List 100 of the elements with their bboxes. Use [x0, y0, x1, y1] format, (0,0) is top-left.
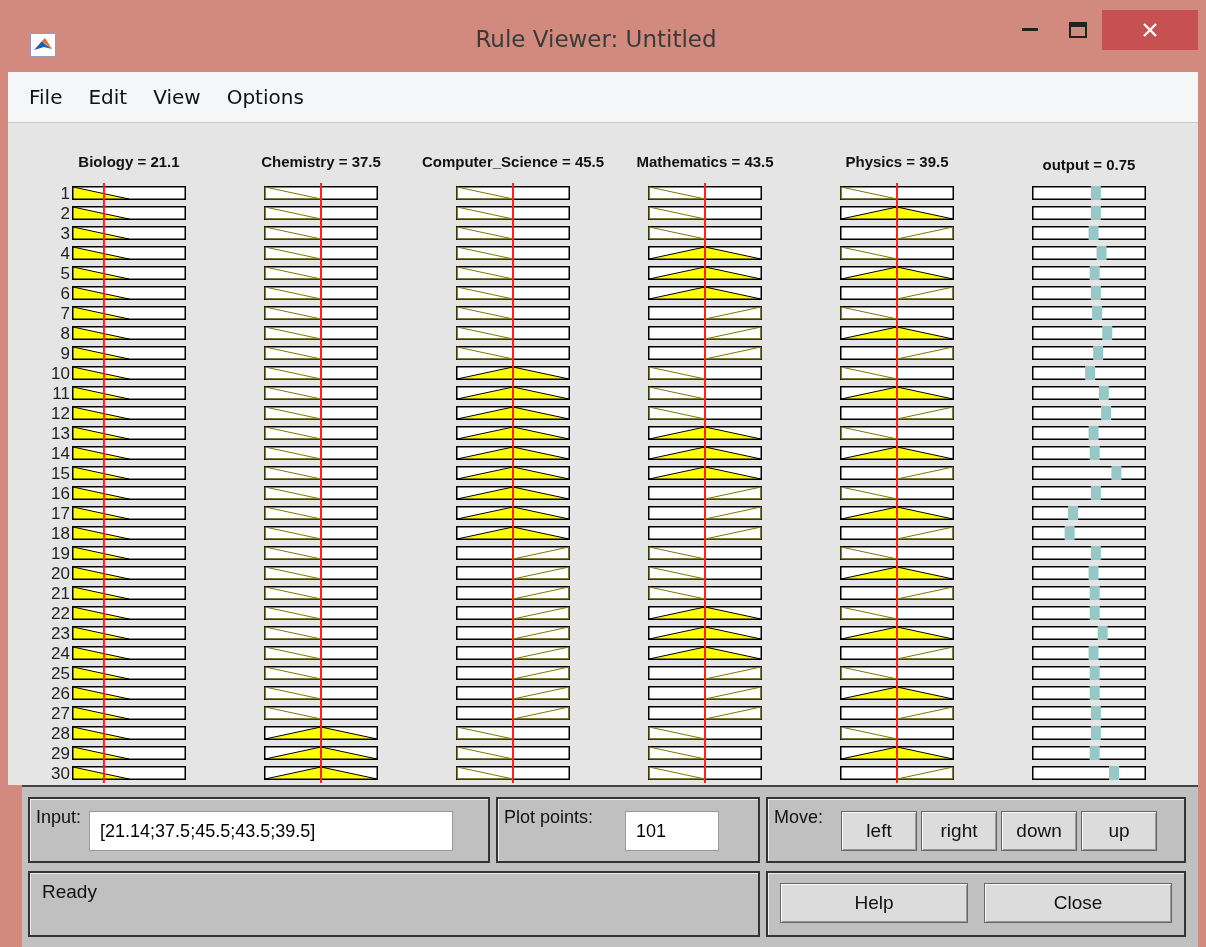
- input-value-line[interactable]: [512, 423, 514, 443]
- input-value-line[interactable]: [896, 423, 898, 443]
- input-value-line[interactable]: [704, 403, 706, 423]
- input-value-line[interactable]: [704, 703, 706, 723]
- membership-function-plot[interactable]: [72, 623, 186, 643]
- input-value-line[interactable]: [512, 203, 514, 223]
- membership-function-plot[interactable]: [840, 243, 954, 263]
- input-value-line[interactable]: [320, 443, 322, 463]
- membership-function-plot[interactable]: [72, 663, 186, 683]
- input-value-line[interactable]: [896, 483, 898, 503]
- input-value-line[interactable]: [512, 603, 514, 623]
- input-value-line[interactable]: [512, 583, 514, 603]
- membership-function-plot[interactable]: [456, 423, 570, 443]
- membership-function-plot[interactable]: [840, 443, 954, 463]
- membership-function-plot[interactable]: [264, 443, 378, 463]
- membership-function-plot[interactable]: [72, 283, 186, 303]
- input-value-line[interactable]: [102, 183, 105, 203]
- membership-function-plot[interactable]: [264, 363, 378, 383]
- membership-function-plot[interactable]: [72, 523, 186, 543]
- input-value-line[interactable]: [320, 663, 322, 683]
- input-value-line[interactable]: [512, 563, 514, 583]
- menu-item[interactable]: Options: [215, 81, 315, 113]
- input-value-line[interactable]: [704, 563, 706, 583]
- membership-function-plot[interactable]: [264, 383, 378, 403]
- input-value-line[interactable]: [320, 203, 322, 223]
- input-value-line[interactable]: [320, 603, 322, 623]
- membership-function-plot[interactable]: [72, 563, 186, 583]
- membership-function-plot[interactable]: [456, 443, 570, 463]
- membership-function-plot[interactable]: [456, 363, 570, 383]
- membership-function-plot[interactable]: [456, 283, 570, 303]
- membership-function-plot[interactable]: [648, 223, 762, 243]
- input-value-line[interactable]: [896, 443, 898, 463]
- membership-function-plot[interactable]: [264, 243, 378, 263]
- input-value-line[interactable]: [896, 203, 898, 223]
- membership-function-plot[interactable]: [456, 743, 570, 763]
- membership-function-plot[interactable]: [840, 183, 954, 203]
- input-value-line[interactable]: [102, 743, 105, 763]
- membership-function-plot[interactable]: [72, 363, 186, 383]
- membership-function-plot[interactable]: [456, 403, 570, 423]
- membership-function-plot[interactable]: [840, 323, 954, 343]
- membership-function-plot[interactable]: [648, 303, 762, 323]
- input-value-line[interactable]: [102, 443, 105, 463]
- input-value-line[interactable]: [320, 183, 322, 203]
- input-value-line[interactable]: [512, 323, 514, 343]
- input-value-line[interactable]: [102, 483, 105, 503]
- membership-function-plot[interactable]: [264, 463, 378, 483]
- input-value-line[interactable]: [320, 743, 322, 763]
- membership-function-plot[interactable]: [264, 543, 378, 563]
- membership-function-plot[interactable]: [264, 763, 378, 783]
- menu-item[interactable]: Edit: [77, 81, 139, 113]
- membership-function-plot[interactable]: [840, 603, 954, 623]
- membership-function-plot[interactable]: [456, 643, 570, 663]
- input-value-line[interactable]: [320, 543, 322, 563]
- membership-function-plot[interactable]: [840, 303, 954, 323]
- membership-function-plot[interactable]: [840, 583, 954, 603]
- membership-function-plot[interactable]: [840, 203, 954, 223]
- input-value-line[interactable]: [704, 323, 706, 343]
- membership-function-plot[interactable]: [648, 203, 762, 223]
- membership-function-plot[interactable]: [72, 643, 186, 663]
- membership-function-plot[interactable]: [840, 503, 954, 523]
- move-button[interactable]: right: [921, 811, 998, 851]
- membership-function-plot[interactable]: [648, 643, 762, 663]
- input-value-line[interactable]: [512, 683, 514, 703]
- input-value-line[interactable]: [704, 683, 706, 703]
- move-button[interactable]: up: [1081, 811, 1158, 851]
- membership-function-plot[interactable]: [72, 243, 186, 263]
- membership-function-plot[interactable]: [840, 423, 954, 443]
- membership-function-plot[interactable]: [264, 283, 378, 303]
- membership-function-plot[interactable]: [264, 303, 378, 323]
- input-value-line[interactable]: [102, 723, 105, 743]
- membership-function-plot[interactable]: [264, 743, 378, 763]
- membership-function-plot[interactable]: [648, 723, 762, 743]
- membership-function-plot[interactable]: [456, 503, 570, 523]
- input-value-line[interactable]: [320, 283, 322, 303]
- membership-function-plot[interactable]: [456, 183, 570, 203]
- membership-function-plot[interactable]: [648, 483, 762, 503]
- membership-function-plot[interactable]: [456, 703, 570, 723]
- input-value-line[interactable]: [704, 223, 706, 243]
- input-value-line[interactable]: [704, 523, 706, 543]
- input-value-line[interactable]: [102, 683, 105, 703]
- membership-function-plot[interactable]: [72, 203, 186, 223]
- membership-function-plot[interactable]: [648, 263, 762, 283]
- membership-function-plot[interactable]: [264, 663, 378, 683]
- input-value-line[interactable]: [704, 623, 706, 643]
- input-value-line[interactable]: [704, 743, 706, 763]
- membership-function-plot[interactable]: [840, 723, 954, 743]
- input-value-line[interactable]: [512, 383, 514, 403]
- membership-function-plot[interactable]: [840, 703, 954, 723]
- input-value-line[interactable]: [102, 303, 105, 323]
- input-value-line[interactable]: [512, 303, 514, 323]
- input-value-line[interactable]: [320, 763, 322, 783]
- input-value-line[interactable]: [512, 183, 514, 203]
- membership-function-plot[interactable]: [456, 203, 570, 223]
- menu-item[interactable]: File: [18, 81, 74, 113]
- membership-function-plot[interactable]: [264, 323, 378, 343]
- membership-function-plot[interactable]: [72, 443, 186, 463]
- input-value-line[interactable]: [896, 283, 898, 303]
- membership-function-plot[interactable]: [72, 263, 186, 283]
- input-value-line[interactable]: [704, 203, 706, 223]
- input-value-line[interactable]: [102, 203, 105, 223]
